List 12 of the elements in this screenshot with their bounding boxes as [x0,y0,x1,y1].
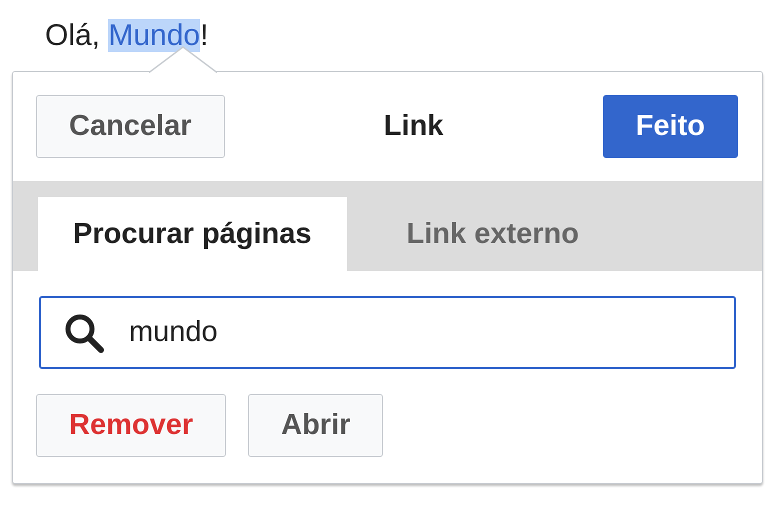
done-button[interactable]: Feito [602,95,738,158]
dialog-title: Link [384,110,444,143]
remove-button[interactable]: Remover [36,394,226,457]
tab[interactable]: Procurar páginas [38,197,347,271]
cancel-button[interactable]: Cancelar [36,95,225,158]
search-icon [63,312,105,354]
text: ! [200,19,208,52]
tab[interactable]: Link externo [346,197,639,271]
open-button[interactable]: Abrir [248,394,384,457]
search-field[interactable]: mundo [39,296,736,369]
selected-text: Mundo [108,19,200,52]
text: Olá, [45,19,102,52]
